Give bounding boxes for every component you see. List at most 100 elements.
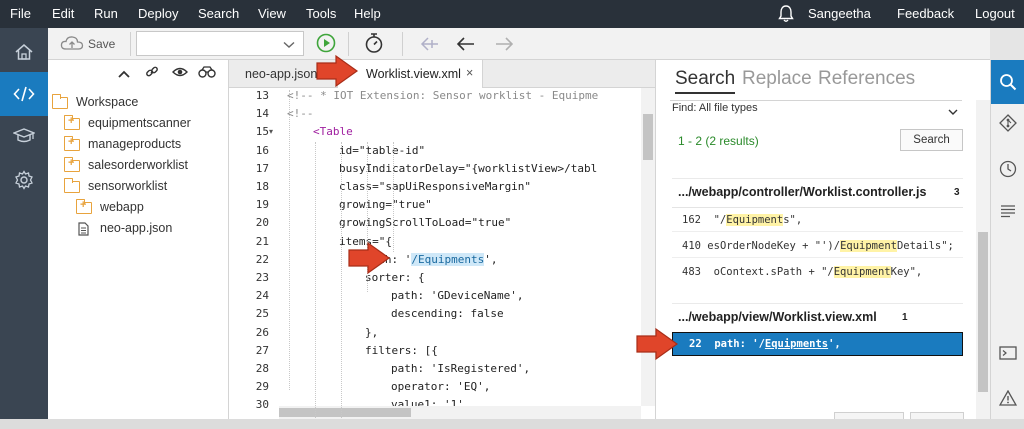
result-group: .../webapp/view/Worklist.view.xml 1 22 p…	[672, 303, 963, 356]
menu-run[interactable]: Run	[94, 6, 118, 21]
code-line[interactable]: },	[365, 326, 378, 339]
tree-item-label: salesorderworklist	[88, 158, 189, 172]
result-row-selected[interactable]: 22 path: '/Equipments',	[672, 332, 963, 356]
run-icon[interactable]	[316, 33, 336, 56]
link-icon[interactable]	[145, 65, 159, 82]
tab-search[interactable]: Search	[675, 68, 736, 94]
annotation-arrow-icon	[348, 241, 391, 275]
code-line[interactable]: descending: false	[391, 307, 504, 320]
result-line-number: 410	[682, 240, 701, 252]
code-icon[interactable]	[0, 72, 48, 116]
chevron-down-icon	[283, 37, 295, 52]
arrow-right-icon[interactable]	[494, 36, 514, 55]
annotation-arrow-icon	[316, 54, 359, 88]
binoculars-icon[interactable]	[198, 66, 216, 81]
editor-scrollbar-thumb[interactable]	[643, 114, 653, 160]
menu-deploy[interactable]: Deploy	[138, 6, 178, 21]
settings-gear-icon[interactable]	[0, 158, 48, 202]
line-number: 26	[255, 325, 269, 339]
chevron-down-icon[interactable]	[948, 104, 958, 119]
user-name[interactable]: Sangeetha	[808, 6, 871, 21]
history-clock-icon[interactable]	[999, 160, 1017, 181]
save-button[interactable]: Save	[88, 37, 115, 51]
code-line[interactable]: id="table-id"	[339, 144, 425, 157]
close-tab-icon[interactable]: ×	[466, 66, 473, 80]
folder-open-icon	[64, 178, 80, 193]
line-number: 27	[255, 343, 269, 357]
result-file-path[interactable]: .../webapp/controller/Worklist.controlle…	[678, 185, 926, 199]
code-line[interactable]: <!-- * IOT Extension: Sensor worklist - …	[287, 89, 598, 102]
search-panel-scrollbar[interactable]	[976, 100, 990, 419]
code-line[interactable]: growingScrollToLoad="true"	[339, 216, 511, 229]
line-number: 14	[255, 107, 269, 121]
feedback-link[interactable]: Feedback	[897, 6, 954, 21]
result-file-path[interactable]: .../webapp/view/Worklist.view.xml	[678, 310, 877, 324]
tab-references[interactable]: References	[818, 68, 915, 90]
menu-edit[interactable]: Edit	[52, 6, 74, 21]
hidden-button[interactable]	[910, 412, 964, 419]
cloud-save-icon[interactable]	[60, 35, 84, 54]
result-line-number: 22	[689, 338, 702, 350]
warning-icon[interactable]	[998, 389, 1018, 409]
code-line[interactable]: growing="true"	[339, 198, 432, 211]
run-configuration-dropdown[interactable]	[136, 31, 304, 56]
code-line[interactable]: path: 'IsRegistered',	[391, 362, 530, 375]
editor-hscrollbar-thumb[interactable]	[279, 408, 411, 417]
code-line[interactable]: busyIndicatorDelay="{worklistView>/tabl	[339, 162, 597, 175]
status-bar	[0, 419, 1024, 429]
hidden-button[interactable]	[834, 412, 904, 419]
workspace-tree: Workspace equipmentscanner manageproduct…	[48, 60, 229, 419]
line-number: 29	[255, 380, 269, 394]
file-type-filter[interactable]: Find: All file types	[672, 102, 758, 114]
result-match: Equipments	[764, 338, 829, 350]
indent-guide	[393, 142, 394, 253]
logout-link[interactable]: Logout	[975, 6, 1015, 21]
left-rail	[0, 28, 48, 429]
result-text-pre: path: '/	[714, 338, 765, 350]
line-number: 23	[255, 271, 269, 284]
fold-caret-icon[interactable]: ▾	[269, 127, 273, 136]
code-line[interactable]: <Table	[313, 125, 353, 138]
line-number: 21	[255, 234, 269, 248]
arrow-left-icon[interactable]	[456, 36, 476, 55]
code-line[interactable]: path: 'GDeviceName',	[391, 289, 523, 302]
git-icon[interactable]	[999, 114, 1017, 135]
right-rail	[990, 60, 1024, 419]
code-editor[interactable]: 13141516171819202122232425262728293031▾ …	[229, 88, 655, 419]
learning-center-icon[interactable]	[0, 114, 48, 158]
console-icon[interactable]	[999, 346, 1017, 363]
result-row[interactable]: 410 esOrderNodeKey + "')/EquipmentDetail…	[682, 240, 954, 252]
tab-label: neo-app.json	[245, 67, 318, 81]
code-line[interactable]: <!--	[287, 107, 314, 120]
code-line[interactable]: operator: 'EQ',	[391, 380, 490, 393]
home-icon[interactable]	[0, 30, 48, 74]
menu-tools[interactable]: Tools	[306, 6, 336, 21]
search-scrollbar-thumb[interactable]	[978, 232, 988, 392]
line-number: 18	[255, 180, 269, 193]
result-divider	[672, 231, 963, 232]
editor-horizontal-scrollbar[interactable]	[279, 406, 641, 419]
result-row[interactable]: 483 oContext.sPath + "/EquipmentKey",	[682, 266, 922, 278]
toolbar: Save	[48, 28, 990, 60]
eye-icon[interactable]	[172, 66, 188, 81]
menu-file[interactable]: File	[10, 6, 31, 21]
outline-list-icon[interactable]	[1000, 204, 1016, 221]
result-row[interactable]: 162 "/Equipments",	[682, 214, 802, 226]
bell-icon[interactable]	[778, 5, 794, 26]
result-text-post: Details";	[896, 240, 954, 252]
collapse-all-icon[interactable]	[118, 67, 130, 82]
timer-icon[interactable]	[364, 32, 384, 57]
code-line[interactable]: filters: [{	[365, 344, 438, 357]
result-text-pre: "/	[713, 214, 727, 226]
tab-replace[interactable]: Replace	[742, 68, 812, 90]
result-text-post: ',	[828, 338, 841, 350]
menu-search[interactable]: Search	[198, 6, 239, 21]
menu-help[interactable]: Help	[354, 6, 381, 21]
navigate-back-disabled-icon[interactable]	[420, 36, 440, 55]
search-button[interactable]: Search	[900, 129, 963, 151]
menu-view[interactable]: View	[258, 6, 286, 21]
folder-open-icon	[52, 94, 68, 109]
tree-item-label: neo-app.json	[100, 221, 173, 235]
search-icon[interactable]	[991, 60, 1024, 104]
line-number: 17	[255, 161, 269, 175]
